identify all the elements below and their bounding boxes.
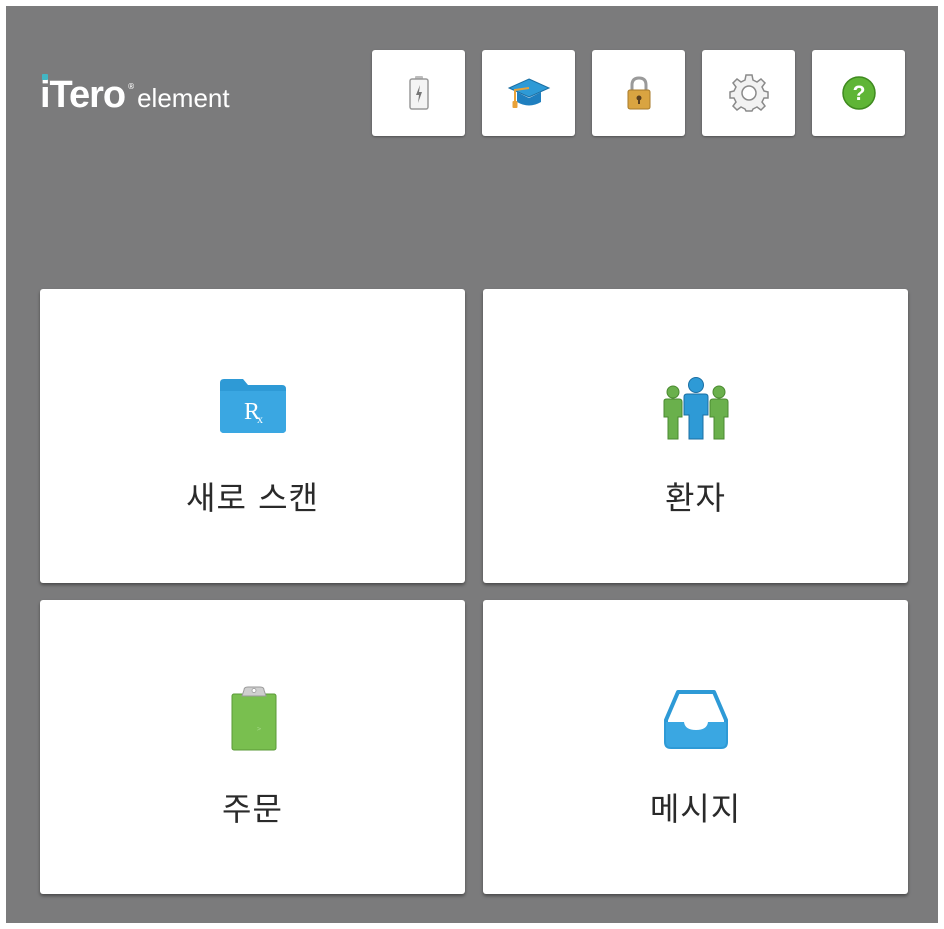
itero-logo: iTero ® element bbox=[40, 74, 230, 124]
patients-tile[interactable]: 환자 bbox=[483, 289, 908, 583]
logo-registered-mark: ® bbox=[127, 82, 136, 91]
new-scan-tile[interactable]: R x 새로 스캔 bbox=[40, 289, 465, 583]
graduation-cap-icon bbox=[507, 78, 550, 108]
gear-icon bbox=[728, 74, 769, 112]
question-mark-icon: ? bbox=[841, 76, 876, 110]
logo-sub-text: element bbox=[137, 83, 230, 113]
new-scan-label: 새로 스캔 bbox=[186, 479, 319, 517]
people-icon bbox=[658, 375, 734, 445]
settings-button[interactable] bbox=[702, 50, 795, 136]
home-screen: iTero ® element ? R x 새로 스캔 환자 > 주문 메시지 bbox=[6, 6, 938, 923]
orders-label: 주문 bbox=[222, 790, 283, 828]
svg-text:?: ? bbox=[852, 82, 865, 105]
rx-folder-icon: R x bbox=[217, 375, 289, 439]
patients-label: 환자 bbox=[665, 479, 726, 517]
padlock-icon bbox=[627, 76, 650, 110]
help-button[interactable]: ? bbox=[812, 50, 905, 136]
battery-icon bbox=[408, 76, 429, 110]
learning-center-button[interactable] bbox=[482, 50, 575, 136]
battery-button[interactable] bbox=[372, 50, 465, 136]
svg-text:x: x bbox=[257, 412, 263, 426]
logo-dot bbox=[42, 74, 48, 80]
lock-button[interactable] bbox=[592, 50, 685, 136]
messages-label: 메시지 bbox=[649, 790, 742, 828]
top-toolbar: ? bbox=[372, 50, 905, 136]
logo-main-text: iTero bbox=[40, 74, 126, 116]
messages-tile[interactable]: 메시지 bbox=[483, 600, 908, 894]
inbox-tray-icon bbox=[658, 686, 734, 756]
orders-tile[interactable]: > 주문 bbox=[40, 600, 465, 894]
clipboard-icon: > bbox=[220, 686, 286, 756]
svg-text:>: > bbox=[257, 725, 261, 733]
